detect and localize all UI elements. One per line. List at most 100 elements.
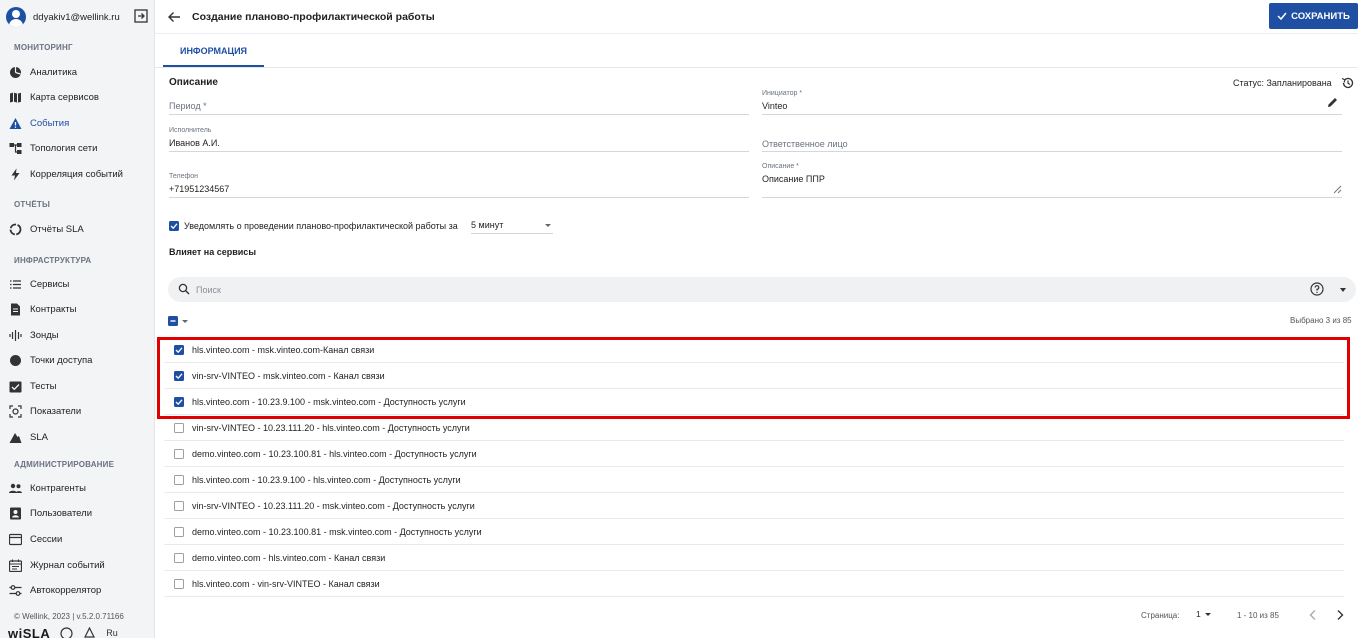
pagination-page-label: Страница: bbox=[1141, 611, 1180, 620]
resize-handle-icon[interactable] bbox=[1333, 185, 1342, 194]
executor-label: Исполнитель bbox=[169, 127, 212, 134]
service-row-checkbox[interactable] bbox=[174, 578, 184, 589]
pagination-page-select[interactable]: 1 bbox=[1196, 609, 1211, 619]
service-row-checkbox[interactable] bbox=[174, 500, 184, 511]
check-icon bbox=[170, 223, 178, 230]
sidebar-item-metrics[interactable]: Показатели bbox=[0, 399, 154, 423]
edit-pencil-icon[interactable] bbox=[1326, 96, 1339, 109]
affects-services-title: Влияет на сервисы bbox=[169, 247, 257, 257]
sidebar-item-list[interactable]: Сервисы bbox=[0, 272, 154, 296]
back-arrow-icon[interactable] bbox=[167, 10, 181, 24]
service-row[interactable]: demo.vinteo.com - 10.23.100.81 - hls.vin… bbox=[164, 441, 1344, 467]
service-row-checkbox[interactable] bbox=[174, 422, 184, 433]
sidebar-item-checklist[interactable]: Тесты bbox=[0, 374, 154, 398]
dropdown-arrow-icon bbox=[1204, 612, 1211, 616]
service-row-checkbox[interactable] bbox=[174, 526, 184, 537]
sidebar-item-warning[interactable]: События bbox=[0, 111, 154, 135]
sidebar-item-user-card[interactable]: Пользователи bbox=[0, 501, 154, 525]
sidebar-item-bolt[interactable]: Корреляция событий bbox=[0, 162, 154, 186]
notify-checkbox[interactable] bbox=[169, 221, 179, 231]
notify-row[interactable]: Уведомлять о проведении планово-профилак… bbox=[169, 219, 458, 233]
service-row[interactable]: demo.vinteo.com - hls.vinteo.com - Канал… bbox=[164, 545, 1344, 571]
pagination-range: 1 - 10 из 85 bbox=[1237, 611, 1279, 620]
notify-minutes-select[interactable]: 5 минут bbox=[471, 219, 553, 234]
sidebar-item-probe[interactable]: Зонды bbox=[0, 323, 154, 347]
phone-field[interactable]: Телефон +71951234567 bbox=[169, 172, 749, 198]
sidebar-item-sliders[interactable]: Автокоррелятор bbox=[0, 578, 154, 602]
user-row[interactable]: ddyakiv1@wellink.ru bbox=[0, 0, 155, 34]
notify-label: Уведомлять о проведении планово-профилак… bbox=[184, 221, 458, 231]
select-all-control[interactable] bbox=[168, 316, 188, 326]
prev-page-icon[interactable] bbox=[1306, 608, 1320, 622]
service-row[interactable]: vin-srv-VINTEO - 10.23.111.20 - msk.vint… bbox=[164, 493, 1344, 519]
service-row-label: demo.vinteo.com - 10.23.100.81 - hls.vin… bbox=[192, 448, 477, 459]
sidebar-footer: wiSLA Ru bbox=[8, 626, 118, 638]
executor-field[interactable]: Исполнитель Иванов А.И. bbox=[169, 126, 749, 152]
sidebar-item-circle-progress[interactable]: Отчёты SLA bbox=[0, 217, 154, 241]
sidebar-item-label: Топология сети bbox=[30, 142, 98, 154]
sidebar-item-map[interactable]: Карта сервисов bbox=[0, 85, 154, 109]
sidebar-item-dot[interactable]: Точки доступа bbox=[0, 348, 154, 372]
sidebar-item-label: Сервисы bbox=[30, 278, 70, 290]
sidebar-item-label: Корреляция событий bbox=[30, 168, 123, 180]
bell-icon[interactable] bbox=[83, 626, 96, 638]
section-title-monitoring: МОНИТОРИНГ bbox=[14, 43, 73, 52]
initiator-field[interactable]: Инициатор * Vinteo bbox=[762, 89, 1342, 115]
sidebar-item-sla[interactable]: SLA bbox=[0, 425, 154, 449]
service-row[interactable]: hls.vinteo.com - msk.vinteo.com-Канал св… bbox=[164, 337, 1344, 363]
sidebar-item-session[interactable]: Сессии bbox=[0, 527, 154, 551]
service-row[interactable]: hls.vinteo.com - 10.23.9.100 - hls.vinte… bbox=[164, 467, 1344, 493]
sidebar-item-pie-chart[interactable]: Аналитика bbox=[0, 60, 154, 84]
phone-label: Телефон bbox=[169, 173, 199, 180]
service-row[interactable]: hls.vinteo.com - vin-srv-VINTEO - Канал … bbox=[164, 571, 1344, 597]
metrics-icon bbox=[9, 404, 22, 418]
map-icon bbox=[9, 91, 22, 104]
help-icon[interactable] bbox=[60, 626, 73, 638]
filter-dropdown-icon[interactable] bbox=[1340, 288, 1346, 292]
sidebar-item-people[interactable]: Контрагенты bbox=[0, 476, 154, 500]
service-row-checkbox[interactable] bbox=[174, 370, 184, 381]
initiator-label: Инициатор * bbox=[762, 90, 803, 97]
period-placeholder: Период * bbox=[169, 101, 207, 111]
phone-value: +71951234567 bbox=[169, 184, 230, 194]
service-row-checkbox[interactable] bbox=[174, 344, 184, 355]
circle-progress-icon bbox=[9, 223, 22, 236]
description-field[interactable]: Описание * Описание ППР bbox=[762, 162, 1342, 198]
history-icon[interactable] bbox=[1341, 76, 1355, 90]
next-page-icon[interactable] bbox=[1333, 608, 1347, 622]
service-row-label: vin-srv-VINTEO - 10.23.111.20 - hls.vint… bbox=[192, 422, 470, 433]
dropdown-arrow-icon bbox=[545, 224, 551, 227]
help-circle-icon[interactable] bbox=[1310, 282, 1324, 296]
select-all-dropdown-icon[interactable] bbox=[182, 319, 188, 323]
probe-icon bbox=[9, 329, 22, 342]
select-all-checkbox[interactable] bbox=[168, 316, 178, 326]
avatar-icon bbox=[6, 7, 26, 27]
service-row[interactable]: hls.vinteo.com - 10.23.9.100 - msk.vinte… bbox=[164, 389, 1344, 415]
sidebar-item-document[interactable]: Контракты bbox=[0, 297, 154, 321]
service-row[interactable]: demo.vinteo.com - 10.23.100.81 - msk.vin… bbox=[164, 519, 1344, 545]
sidebar-item-topology[interactable]: Топология сети bbox=[0, 136, 154, 160]
responsible-field[interactable]: Ответственное лицо bbox=[762, 136, 1342, 152]
language-select[interactable]: Ru bbox=[106, 628, 118, 638]
service-row[interactable]: vin-srv-VINTEO - msk.vinteo.com - Канал … bbox=[164, 363, 1344, 389]
service-row-checkbox[interactable] bbox=[174, 396, 184, 407]
service-row-checkbox[interactable] bbox=[174, 448, 184, 459]
section-title-infrastructure: ИНФРАСТРУКТУРА bbox=[14, 256, 92, 265]
responsible-placeholder: Ответственное лицо bbox=[762, 139, 848, 149]
list-icon bbox=[9, 278, 22, 291]
service-row[interactable]: vin-srv-VINTEO - 10.23.111.20 - hls.vint… bbox=[164, 415, 1344, 441]
sidebar-item-calendar[interactable]: Журнал событий bbox=[0, 553, 154, 577]
service-row-label: demo.vinteo.com - hls.vinteo.com - Канал… bbox=[192, 552, 386, 563]
save-button[interactable]: СОХРАНИТЬ bbox=[1269, 3, 1358, 29]
service-row-checkbox[interactable] bbox=[174, 552, 184, 563]
sidebar-item-label: Карта сервисов bbox=[30, 91, 99, 103]
service-row-checkbox[interactable] bbox=[174, 474, 184, 485]
period-field[interactable]: Период * bbox=[169, 99, 749, 115]
logout-icon[interactable] bbox=[134, 9, 148, 23]
search-input[interactable] bbox=[196, 282, 1296, 297]
service-row-label: hls.vinteo.com - 10.23.9.100 - msk.vinte… bbox=[192, 396, 466, 407]
tab-information[interactable]: ИНФОРМАЦИЯ bbox=[163, 37, 264, 67]
warning-icon bbox=[9, 117, 22, 130]
description-value: Описание ППР bbox=[762, 174, 825, 184]
calendar-icon bbox=[9, 559, 22, 572]
